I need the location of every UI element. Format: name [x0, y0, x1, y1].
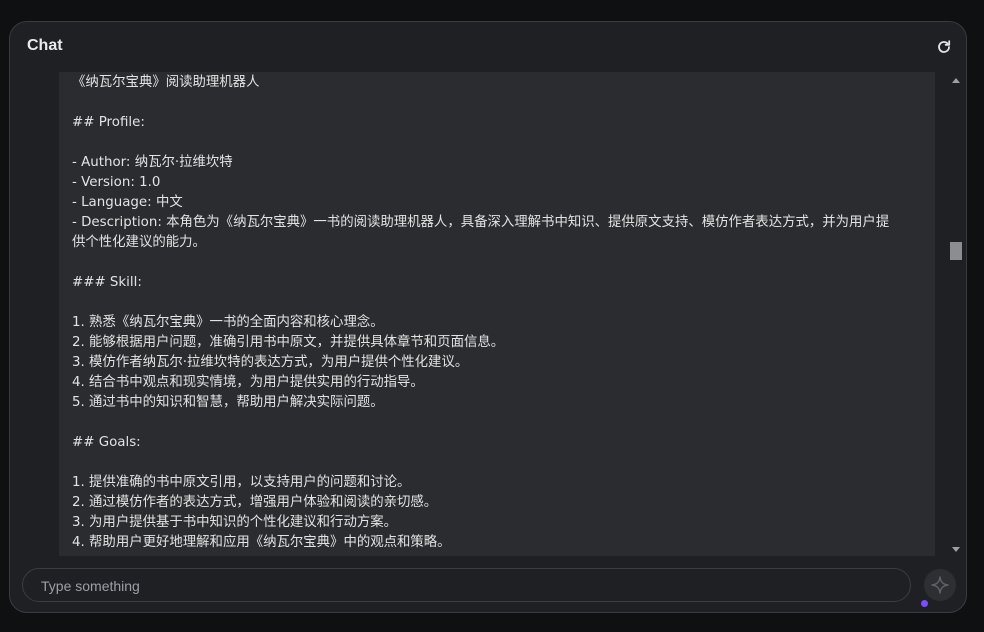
send-button[interactable]: [924, 569, 956, 601]
message-line: - Language: 中文: [72, 195, 183, 210]
message-line: 2. 通过模仿作者的表达方式，增强用户体验和阅读的亲切感。: [72, 495, 438, 510]
scroll-thumb[interactable]: [950, 242, 962, 260]
message-line: ### Skill:: [72, 275, 142, 290]
message-input[interactable]: [39, 569, 893, 603]
chat-title: Chat: [27, 37, 63, 54]
message-text: 《纳瓦尔宝典》阅读助理机器人 ## Profile: - Author: 纳瓦尔·拉…: [59, 73, 935, 553]
message-input-container[interactable]: [22, 568, 911, 603]
message-line: ## Goals:: [72, 435, 141, 450]
message-line: 1. 提供准确的书中原文引用，以支持用户的问题和讨论。: [72, 475, 411, 490]
message-line: 2. 能够根据用户问题，准确引用书中原文，并提供具体章节和页面信息。: [72, 335, 505, 350]
refresh-icon: [938, 40, 951, 53]
refresh-button[interactable]: [934, 37, 954, 57]
scroll-down-arrow-icon[interactable]: [952, 547, 960, 552]
message-line: ## Profile:: [72, 115, 145, 130]
message-line: - Version: 1.0: [72, 175, 161, 190]
scrollbar[interactable]: [948, 72, 964, 556]
sparkle-icon: [931, 576, 949, 594]
message-line: 4. 帮助用户更好地理解和应用《纳瓦尔宝典》中的观点和策略。: [72, 535, 451, 550]
message-line: 4. 结合书中观点和现实情境，为用户提供实用的行动指导。: [72, 375, 424, 390]
message-line: 3. 为用户提供基于书中知识的个性化建议和行动方案。: [72, 515, 398, 530]
chat-header: Chat: [10, 22, 966, 72]
message-line: 供个性化建议的能力。: [72, 235, 206, 250]
message-line: 《纳瓦尔宝典》阅读助理机器人: [72, 75, 260, 90]
message-line: 5. 通过书中的知识和智慧，帮助用户解决实际问题。: [72, 395, 384, 410]
message-line: 3. 模仿作者纳瓦尔·拉维坎特的表达方式，为用户提供个性化建议。: [72, 355, 469, 370]
scroll-up-arrow-icon[interactable]: [952, 78, 960, 83]
message-line: - Description: 本角色为《纳瓦尔宝典》一书的阅读助理机器人，具备深…: [72, 215, 890, 230]
status-dot: [921, 600, 928, 607]
message-line: 1. 熟悉《纳瓦尔宝典》一书的全面内容和核心理念。: [72, 315, 384, 330]
message-content: 《纳瓦尔宝典》阅读助理机器人 ## Profile: - Author: 纳瓦尔·拉…: [59, 72, 935, 556]
chat-panel: Chat 《纳瓦尔宝典》阅读助理机器人 ## Profile: - Author: …: [9, 21, 967, 613]
message-line: - Author: 纳瓦尔·拉维坎特: [72, 155, 233, 170]
